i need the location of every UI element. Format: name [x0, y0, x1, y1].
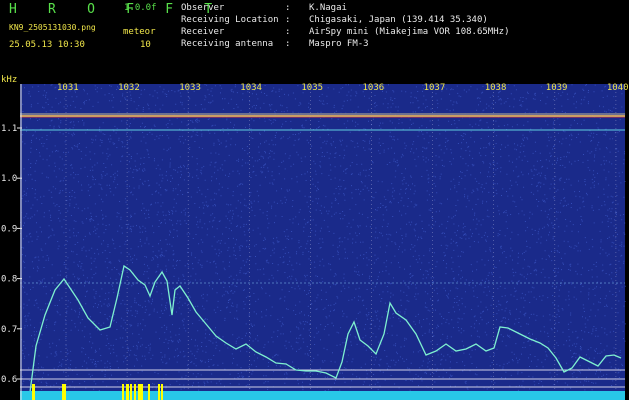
meteor-mark — [64, 384, 66, 400]
timestamp: 25.05.13 10:30 — [9, 40, 85, 50]
location-key: Receiving Location — [181, 15, 279, 25]
x-tick-label: 1040 — [607, 83, 629, 93]
x-tick-label: 1038 — [485, 83, 507, 93]
y-axis: 1.1 1.0 0.9 0.8 0.7 0.6 — [1, 84, 22, 400]
meteor-mark — [126, 384, 129, 400]
meteor-mark — [32, 384, 35, 400]
meteor-mark — [141, 384, 143, 400]
y-tick-label: 0.9 — [1, 224, 17, 234]
meteor-mark — [138, 384, 141, 400]
header-panel: H R O F F T 1.0.0f KN9_2505131030.png me… — [0, 0, 629, 58]
x-tick-label: 1031 — [57, 83, 79, 93]
receiver-value: AirSpy mini (Miakejima VOR 108.65MHz) — [309, 27, 510, 37]
meteor-mark — [134, 384, 136, 400]
meteor-mark — [161, 384, 163, 400]
file-name: KN9_2505131030.png — [9, 23, 96, 32]
y-tick-label: 0.7 — [1, 325, 17, 335]
y-tick-label: 0.6 — [1, 375, 17, 385]
meteor-mark — [122, 384, 124, 400]
meteor-mark — [130, 384, 132, 400]
x-tick-label: 1033 — [179, 83, 201, 93]
x-tick-label: 1037 — [424, 83, 446, 93]
x-tick-label: 1036 — [363, 83, 385, 93]
y-tick-label: 1.0 — [1, 174, 17, 184]
y-tick-label: 0.8 — [1, 275, 17, 285]
bottom-band — [20, 391, 625, 400]
antenna-key: Receiving antenna — [181, 39, 274, 49]
antenna-colon: : — [285, 39, 291, 49]
x-tick-label: 1034 — [240, 83, 262, 93]
location-colon: : — [285, 15, 291, 25]
meteor-count: 10 — [140, 40, 151, 50]
observer-key: Observer — [181, 3, 225, 13]
antenna-value: Maspro FM-3 — [309, 39, 369, 49]
x-tick-label: 1039 — [546, 83, 568, 93]
spectrogram-plot: kHz 1.1 1.0 0.9 0.8 0.7 0.6 1031 1032 1033 1034 1… — [1, 75, 629, 400]
receiver-colon: : — [285, 27, 291, 37]
receiver-key: Receiver — [181, 27, 225, 37]
observer-colon: : — [285, 3, 291, 13]
y-tick-label: 1.1 — [1, 124, 17, 134]
version-label: 1.0.0f — [124, 3, 157, 13]
x-tick-label: 1035 — [301, 83, 323, 93]
x-tick-label: 1032 — [118, 83, 140, 93]
meteor-mark — [158, 384, 160, 400]
meteor-label: meteor — [123, 27, 156, 37]
meteor-mark — [148, 384, 150, 400]
y-unit-label: kHz — [1, 75, 17, 85]
location-value: Chigasaki, Japan (139.414 35.340) — [309, 15, 488, 25]
observer-value: K.Nagai — [309, 3, 347, 13]
